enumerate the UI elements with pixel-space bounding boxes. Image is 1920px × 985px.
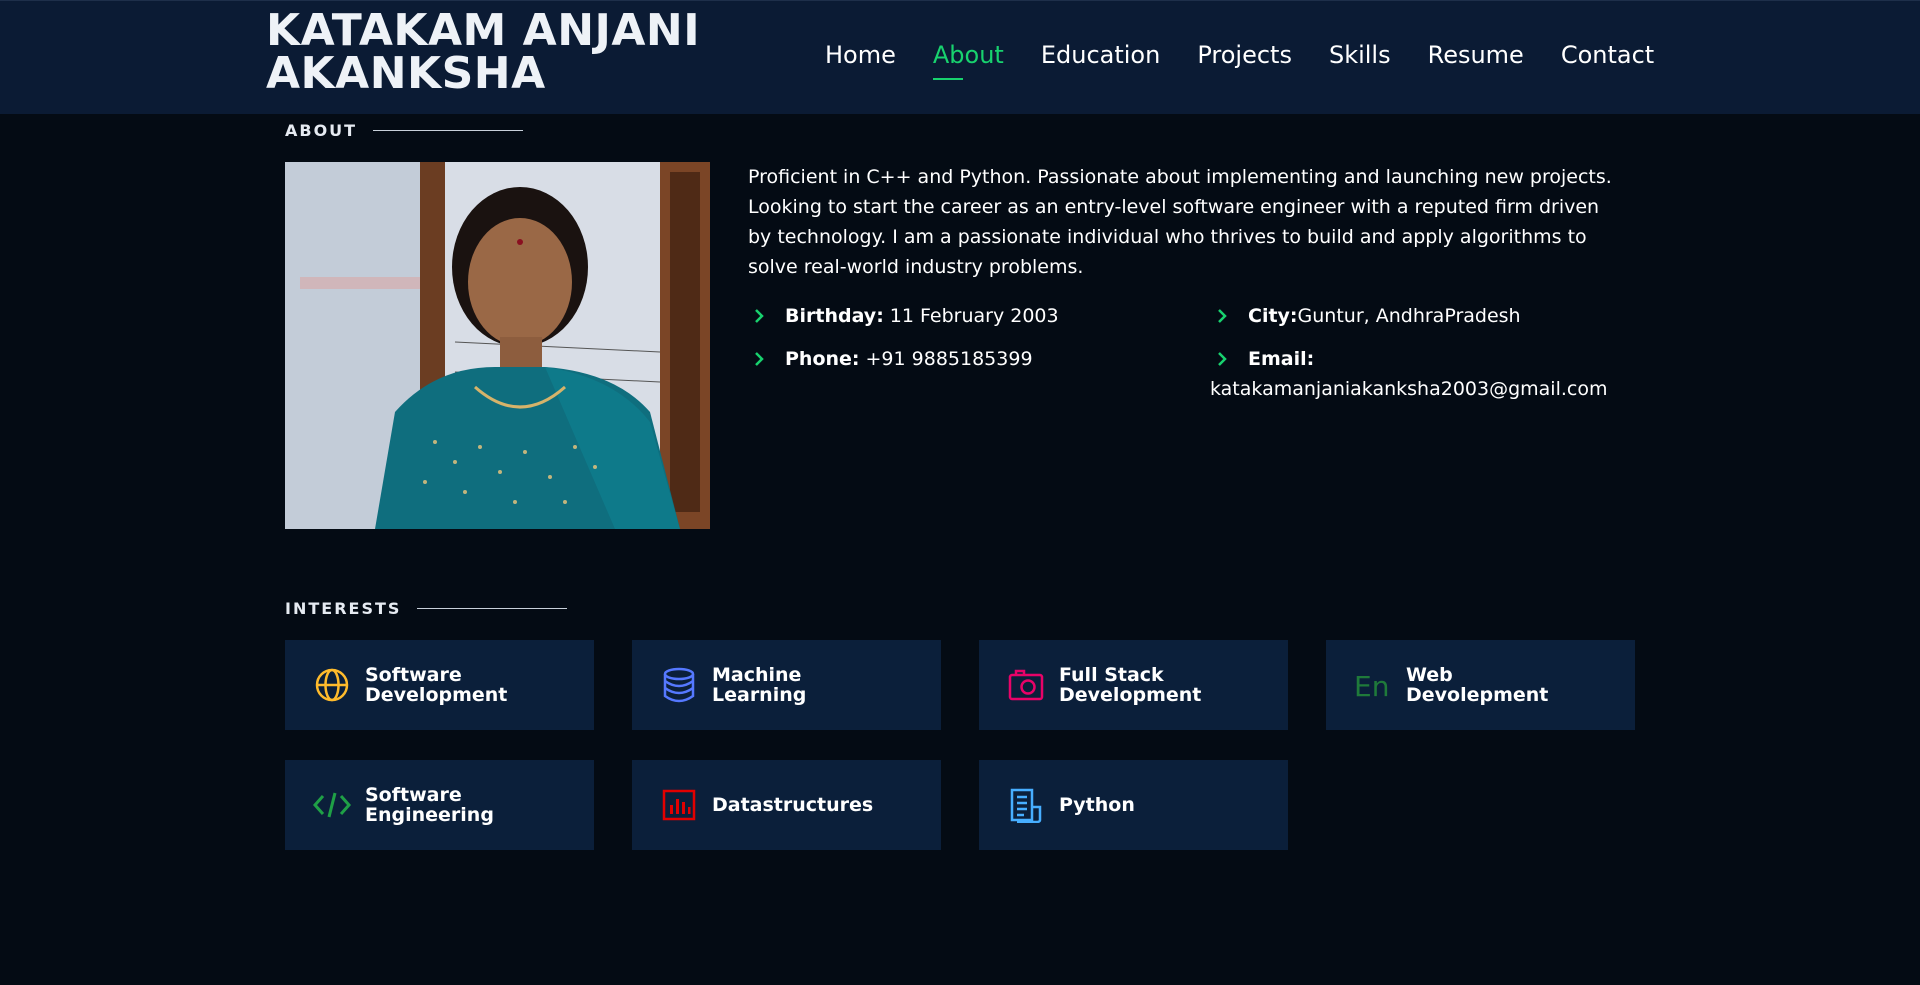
interest-label: Full Stack Development xyxy=(1059,664,1202,706)
nav-skills[interactable]: Skills xyxy=(1329,41,1391,69)
interest-label: Datastructures xyxy=(712,794,874,816)
chevron-right-icon xyxy=(755,309,764,323)
nav-resume[interactable]: Resume xyxy=(1428,41,1524,69)
interest-label: Python xyxy=(1059,794,1135,816)
interest-datastructures[interactable]: Datastructures xyxy=(632,760,941,850)
chevron-right-icon xyxy=(755,352,764,366)
bar-chart-icon xyxy=(659,785,699,825)
phone-label: Phone: xyxy=(785,348,860,370)
title-divider xyxy=(417,608,568,609)
interest-software-engineering[interactable]: Software Engineering xyxy=(285,760,594,850)
birthday-value: 11 February 2003 xyxy=(889,305,1059,327)
nav-projects[interactable]: Projects xyxy=(1197,41,1292,69)
info-birthday: Birthday: 11 February 2003 xyxy=(752,301,1059,331)
nav-contact[interactable]: Contact xyxy=(1561,41,1654,69)
email-label: Email: xyxy=(1248,348,1315,370)
interest-label: Machine Learning xyxy=(712,664,807,706)
svg-text:En: En xyxy=(1354,670,1389,702)
interest-python[interactable]: Python xyxy=(979,760,1288,850)
translate-icon: En xyxy=(1353,665,1393,705)
about-section-title: ABOUT xyxy=(285,121,524,140)
info-email: Email: katakamanjaniakanksha2003@gmail.c… xyxy=(1210,344,1630,404)
city-value: Guntur, AndhraPradesh xyxy=(1297,305,1521,327)
interest-label: Software Development xyxy=(365,664,508,706)
site-header: KATAKAM ANJANI AKANKSHA Home About Educa… xyxy=(0,0,1920,114)
database-icon xyxy=(659,665,699,705)
globe-icon xyxy=(312,665,352,705)
chevron-right-icon xyxy=(1218,309,1227,323)
nav-home[interactable]: Home xyxy=(825,41,896,69)
nav-about[interactable]: About xyxy=(932,41,1004,80)
phone-value: +91 9885185399 xyxy=(865,348,1033,370)
birthday-label: Birthday: xyxy=(785,305,884,327)
document-icon xyxy=(1006,785,1046,825)
interests-title-text: INTERESTS xyxy=(285,599,402,618)
about-description: Proficient in C++ and Python. Passionate… xyxy=(748,166,1612,278)
interest-label: Web Devolepment xyxy=(1406,664,1549,706)
interest-web-development[interactable]: En Web Devolepment xyxy=(1326,640,1635,730)
interest-full-stack-development[interactable]: Full Stack Development xyxy=(979,640,1288,730)
email-value[interactable]: katakamanjaniakanksha2003@gmail.com xyxy=(1210,374,1630,404)
nav-education[interactable]: Education xyxy=(1041,41,1160,69)
about-title-text: ABOUT xyxy=(285,121,358,140)
title-divider xyxy=(373,130,524,131)
interest-label: Software Engineering xyxy=(365,784,494,826)
info-phone: Phone: +91 9885185399 xyxy=(752,344,1033,374)
main-nav: Home About Education Projects Skills Res… xyxy=(825,41,1691,80)
code-icon xyxy=(312,785,352,825)
profile-photo xyxy=(285,162,710,529)
interest-machine-learning[interactable]: Machine Learning xyxy=(632,640,941,730)
interests-section-title: INTERESTS xyxy=(285,599,568,618)
info-city: City:Guntur, AndhraPradesh xyxy=(1215,301,1521,331)
camera-icon xyxy=(1006,665,1046,705)
city-label: City: xyxy=(1248,305,1298,327)
chevron-right-icon xyxy=(1218,352,1227,366)
interest-software-development[interactable]: Software Development xyxy=(285,640,594,730)
site-brand[interactable]: KATAKAM ANJANI AKANKSHA xyxy=(266,9,726,96)
